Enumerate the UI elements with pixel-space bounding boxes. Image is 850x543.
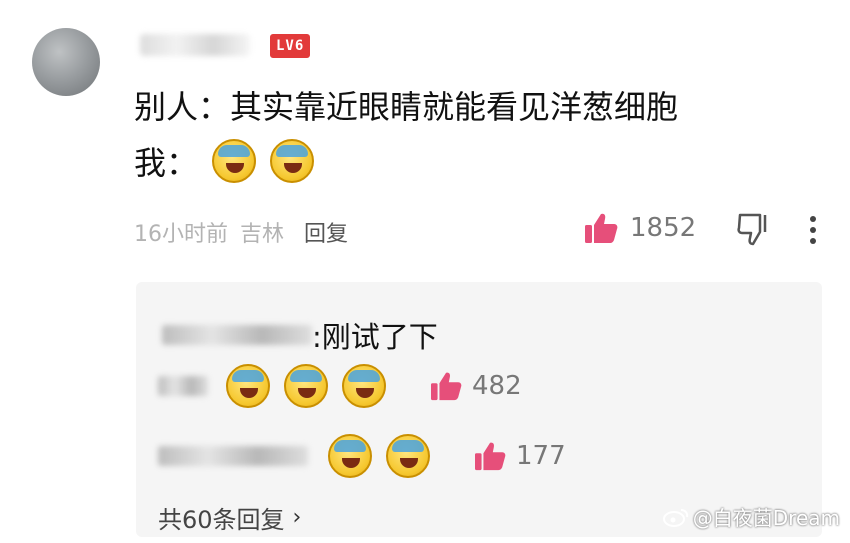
laugh-cry-emoji-icon <box>226 364 270 408</box>
avatar[interactable] <box>32 28 100 96</box>
watermark: @白夜菌Dream <box>662 502 840 531</box>
username-blurred[interactable] <box>140 34 250 56</box>
replies-total: 共60条回复 <box>158 506 285 534</box>
comment-text: 别人：其实靠近眼睛就能看见洋葱细胞 <box>134 88 679 126</box>
comment-prefix: 我： <box>134 144 199 182</box>
reply-username-blurred[interactable] <box>158 376 208 396</box>
reply-username-blurred[interactable] <box>162 325 312 345</box>
laugh-cry-emoji-icon <box>284 364 328 408</box>
like-button[interactable]: 1852 <box>584 212 696 244</box>
thumb-up-icon <box>474 441 506 471</box>
reply-item[interactable]: :刚试了下 <box>162 314 438 356</box>
thumb-up-icon <box>430 371 462 401</box>
more-icon[interactable] <box>808 214 818 246</box>
laugh-cry-emoji-icon <box>328 434 372 478</box>
reply-like-button[interactable]: 482 <box>430 371 522 401</box>
like-count: 1852 <box>630 213 697 243</box>
comment-text-line2: 我： <box>134 138 328 184</box>
laugh-cry-emoji-icon <box>386 434 430 478</box>
thumb-down-icon[interactable] <box>736 212 770 246</box>
laugh-cry-emoji-icon <box>342 364 386 408</box>
reply-like-button[interactable]: 177 <box>474 441 566 471</box>
watermark-text: @白夜菌Dream <box>692 506 840 530</box>
thumb-up-icon <box>584 212 618 244</box>
view-all-replies-link[interactable]: 共60条回复 › <box>158 500 301 535</box>
reply-item[interactable]: 482 <box>158 364 522 408</box>
laugh-cry-emoji-icon <box>270 139 315 183</box>
comment-time: 16小时前 <box>134 222 228 247</box>
reply-button[interactable]: 回复 <box>304 216 348 248</box>
reply-username-blurred[interactable] <box>158 446 308 466</box>
comment-meta: 16小时前 吉林 回复 <box>134 216 348 248</box>
reply-like-count: 177 <box>516 441 566 471</box>
reply-item[interactable]: 177 <box>158 434 566 478</box>
reply-text: :刚试了下 <box>312 320 438 354</box>
weibo-icon <box>662 508 688 527</box>
reply-like-count: 482 <box>472 371 522 401</box>
comment-location: 吉林 <box>240 222 285 247</box>
laugh-cry-emoji-icon <box>212 139 257 183</box>
chevron-right-icon: › <box>292 505 302 530</box>
level-badge: LV6 <box>270 34 311 58</box>
